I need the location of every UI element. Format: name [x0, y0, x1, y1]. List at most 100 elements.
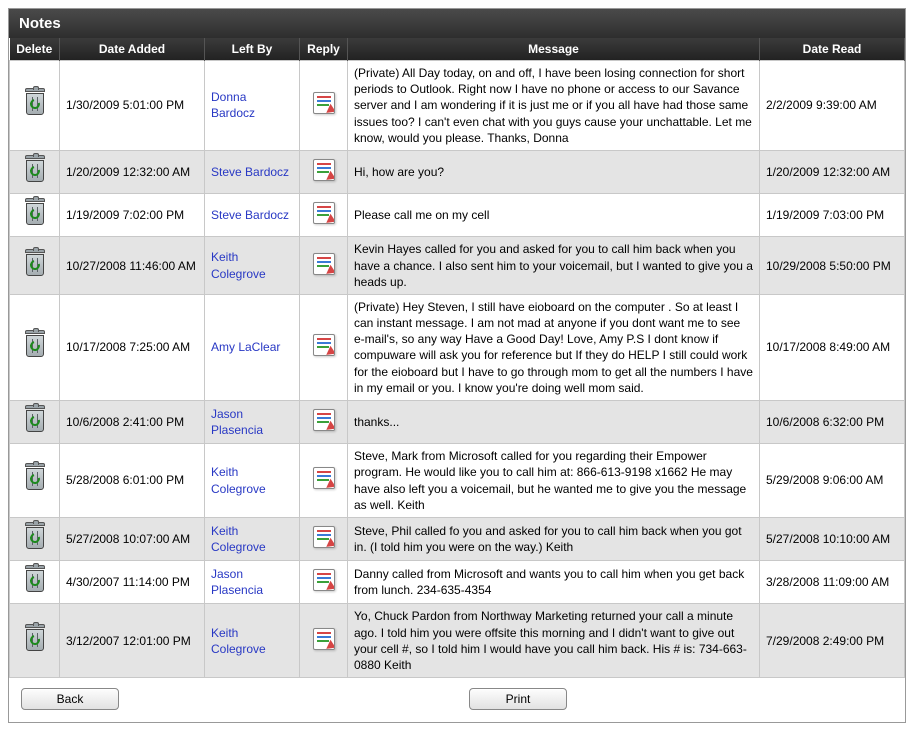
reply-icon[interactable]: [313, 334, 335, 356]
left-by-cell: Steve Bardocz: [205, 150, 300, 193]
left-by-link[interactable]: Steve Bardocz: [211, 165, 289, 179]
trash-icon[interactable]: [22, 155, 48, 185]
reply-icon[interactable]: [313, 526, 335, 548]
left-by-cell: Steve Bardocz: [205, 194, 300, 237]
date-read-cell: 1/19/2009 7:03:00 PM: [760, 194, 905, 237]
message-cell: Danny called from Microsoft and wants yo…: [348, 561, 760, 604]
delete-cell: [10, 194, 60, 237]
delete-cell: [10, 561, 60, 604]
delete-cell: [10, 517, 60, 560]
reply-cell: [300, 237, 348, 295]
trash-icon[interactable]: [22, 198, 48, 228]
reply-icon[interactable]: [313, 253, 335, 275]
reply-cell: [300, 194, 348, 237]
table-row: 10/27/2008 11:46:00 AM Keith Colegrove K…: [10, 237, 905, 295]
date-read-cell: 10/29/2008 5:50:00 PM: [760, 237, 905, 295]
col-header-message: Message: [348, 38, 760, 61]
table-row: 1/19/2009 7:02:00 PM Steve Bardocz Pleas…: [10, 194, 905, 237]
reply-cell: [300, 561, 348, 604]
date-read-cell: 1/20/2009 12:32:00 AM: [760, 150, 905, 193]
reply-icon[interactable]: [313, 628, 335, 650]
delete-cell: [10, 61, 60, 151]
date-added-cell: 1/30/2009 5:01:00 PM: [60, 61, 205, 151]
left-by-link[interactable]: Keith Colegrove: [211, 250, 266, 280]
left-by-cell: Keith Colegrove: [205, 604, 300, 678]
date-read-cell: 10/6/2008 6:32:00 PM: [760, 401, 905, 444]
col-header-delete: Delete: [10, 38, 60, 61]
date-added-cell: 3/12/2007 12:01:00 PM: [60, 604, 205, 678]
col-header-dateread: Date Read: [760, 38, 905, 61]
left-by-link[interactable]: Jason Plasencia: [211, 567, 263, 597]
notes-table: Delete Date Added Left By Reply Message …: [9, 38, 905, 678]
back-button[interactable]: Back: [21, 688, 119, 710]
reply-icon[interactable]: [313, 92, 335, 114]
reply-icon[interactable]: [313, 202, 335, 224]
left-by-link[interactable]: Keith Colegrove: [211, 626, 266, 656]
date-added-cell: 4/30/2007 11:14:00 PM: [60, 561, 205, 604]
left-by-cell: Jason Plasencia: [205, 561, 300, 604]
left-by-cell: Donna Bardocz: [205, 61, 300, 151]
message-cell: Steve, Mark from Microsoft called for yo…: [348, 444, 760, 518]
delete-cell: [10, 294, 60, 400]
date-read-cell: 5/27/2008 10:10:00 AM: [760, 517, 905, 560]
trash-icon[interactable]: [22, 522, 48, 552]
reply-icon[interactable]: [313, 159, 335, 181]
table-row: 5/28/2008 6:01:00 PM Keith Colegrove Ste…: [10, 444, 905, 518]
date-added-cell: 1/19/2009 7:02:00 PM: [60, 194, 205, 237]
trash-icon[interactable]: [22, 330, 48, 360]
trash-icon[interactable]: [22, 565, 48, 595]
message-cell: Steve, Phil called fo you and asked for …: [348, 517, 760, 560]
message-cell: Please call me on my cell: [348, 194, 760, 237]
date-read-cell: 3/28/2008 11:09:00 AM: [760, 561, 905, 604]
left-by-cell: Keith Colegrove: [205, 517, 300, 560]
reply-cell: [300, 150, 348, 193]
left-by-cell: Amy LaClear: [205, 294, 300, 400]
trash-icon[interactable]: [22, 624, 48, 654]
left-by-link[interactable]: Keith Colegrove: [211, 524, 266, 554]
date-added-cell: 10/6/2008 2:41:00 PM: [60, 401, 205, 444]
table-row: 3/12/2007 12:01:00 PM Keith Colegrove Yo…: [10, 604, 905, 678]
message-cell: (Private) All Day today, on and off, I h…: [348, 61, 760, 151]
panel-title: Notes: [9, 9, 905, 38]
button-row: Back Print: [9, 678, 905, 722]
table-row: 1/30/2009 5:01:00 PM Donna Bardocz (Priv…: [10, 61, 905, 151]
reply-icon[interactable]: [313, 467, 335, 489]
notes-panel: Notes Delete Date Added Left By Reply Me…: [8, 8, 906, 723]
col-header-leftby: Left By: [205, 38, 300, 61]
message-cell: thanks...: [348, 401, 760, 444]
date-added-cell: 5/27/2008 10:07:00 AM: [60, 517, 205, 560]
date-read-cell: 7/29/2008 2:49:00 PM: [760, 604, 905, 678]
trash-icon[interactable]: [22, 405, 48, 435]
table-row: 10/6/2008 2:41:00 PM Jason Plasencia tha…: [10, 401, 905, 444]
trash-icon[interactable]: [22, 249, 48, 279]
reply-icon[interactable]: [313, 569, 335, 591]
left-by-cell: Keith Colegrove: [205, 237, 300, 295]
table-row: 1/20/2009 12:32:00 AM Steve Bardocz Hi, …: [10, 150, 905, 193]
left-by-link[interactable]: Jason Plasencia: [211, 407, 263, 437]
col-header-date: Date Added: [60, 38, 205, 61]
trash-icon[interactable]: [22, 463, 48, 493]
reply-icon[interactable]: [313, 409, 335, 431]
left-by-link[interactable]: Amy LaClear: [211, 340, 280, 354]
date-added-cell: 10/17/2008 7:25:00 AM: [60, 294, 205, 400]
date-added-cell: 10/27/2008 11:46:00 AM: [60, 237, 205, 295]
table-row: 4/30/2007 11:14:00 PM Jason Plasencia Da…: [10, 561, 905, 604]
left-by-link[interactable]: Steve Bardocz: [211, 208, 289, 222]
message-cell: Yo, Chuck Pardon from Northway Marketing…: [348, 604, 760, 678]
left-by-cell: Keith Colegrove: [205, 444, 300, 518]
print-button[interactable]: Print: [469, 688, 567, 710]
left-by-link[interactable]: Donna Bardocz: [211, 90, 255, 120]
table-row: 10/17/2008 7:25:00 AM Amy LaClear (Priva…: [10, 294, 905, 400]
reply-cell: [300, 61, 348, 151]
delete-cell: [10, 150, 60, 193]
reply-cell: [300, 604, 348, 678]
reply-cell: [300, 444, 348, 518]
trash-icon[interactable]: [22, 88, 48, 118]
delete-cell: [10, 237, 60, 295]
message-cell: (Private) Hey Steven, I still have eiobo…: [348, 294, 760, 400]
reply-cell: [300, 294, 348, 400]
date-added-cell: 1/20/2009 12:32:00 AM: [60, 150, 205, 193]
date-read-cell: 5/29/2008 9:06:00 AM: [760, 444, 905, 518]
message-cell: Kevin Hayes called for you and asked for…: [348, 237, 760, 295]
left-by-link[interactable]: Keith Colegrove: [211, 465, 266, 495]
